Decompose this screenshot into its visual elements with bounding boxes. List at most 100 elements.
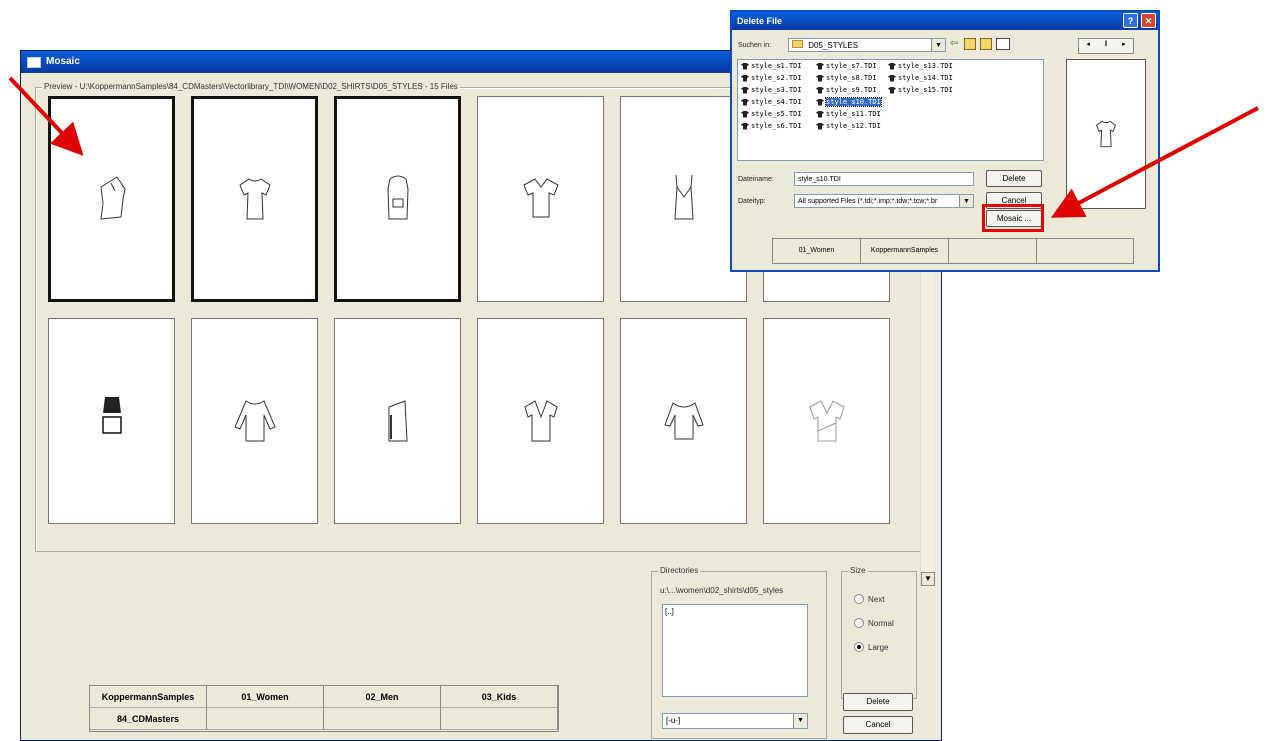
size-option-normal[interactable]: Normal <box>854 618 894 628</box>
hooded-vest-icon <box>386 175 409 220</box>
prev-icon[interactable]: ◂ <box>1086 39 1090 53</box>
file-item[interactable]: style_s9.TDI <box>816 86 877 94</box>
size-option-next[interactable]: Next <box>854 594 884 604</box>
thumbnail-style-s7[interactable] <box>48 318 175 524</box>
file-icon <box>816 98 824 106</box>
size-option-label: Large <box>868 642 889 652</box>
library-tabs: KoppermannSamples 01_Women 02_Men 03_Kid… <box>89 685 559 732</box>
thumbnail-style-s12[interactable] <box>763 318 890 524</box>
file-item[interactable]: style_s15.TDI <box>888 86 953 94</box>
dialog-tab-koppermannsamples[interactable]: KoppermannSamples <box>861 239 949 263</box>
thumbnail-style-s8[interactable] <box>191 318 318 524</box>
size-group: Size Next Normal Large <box>841 566 917 699</box>
dialog-tabs: 01_Women KoppermannSamples <box>772 238 1134 264</box>
file-item[interactable]: style_s8.TDI <box>816 74 877 82</box>
filetype-value: All supported Files (*.tdi;*.imp;*.tdw;*… <box>798 198 938 205</box>
file-item[interactable]: style_s6.TDI <box>741 122 802 130</box>
directory-path: u:\...\women\d02_shirts\d05_styles <box>660 586 784 595</box>
directories-group: Directories u:\...\women\d02_shirts\d05_… <box>651 566 827 739</box>
dropdown-arrow-icon: ▼ <box>959 195 973 207</box>
look-in-value: D05_STYLES <box>808 41 859 50</box>
tab-empty[interactable] <box>207 708 324 730</box>
file-item[interactable]: style_s7.TDI <box>816 62 877 70</box>
new-folder-icon[interactable] <box>980 38 992 50</box>
dialog-tab-empty[interactable] <box>1037 239 1133 263</box>
file-icon <box>741 98 749 106</box>
thumbnail-style-s3[interactable] <box>334 96 461 302</box>
boatneck-top-icon <box>663 402 704 440</box>
thumbnail-style-s9[interactable] <box>334 318 461 524</box>
radio-icon <box>854 618 864 628</box>
back-icon[interactable]: ⇦ <box>950 38 958 49</box>
drive-value: [-u-] <box>666 716 681 725</box>
drive-select[interactable]: [-u-] ▼ <box>662 713 808 729</box>
size-label: Size <box>848 566 868 575</box>
file-item[interactable]: style_s1.TDI <box>741 62 802 70</box>
directories-label: Directories <box>658 566 701 575</box>
directory-list[interactable]: [..] <box>662 604 808 697</box>
close-icon[interactable]: ✕ <box>1141 13 1156 28</box>
polo-shirt-icon <box>522 178 559 218</box>
next-icon[interactable]: ▸ <box>1122 39 1126 53</box>
filename-input[interactable]: style_s10.TDI <box>794 172 974 186</box>
file-icon <box>816 86 824 94</box>
file-item[interactable]: style_s2.TDI <box>741 74 802 82</box>
tab-03-kids[interactable]: 03_Kids <box>441 686 558 708</box>
sweatshirt-icon <box>233 400 276 442</box>
file-icon <box>741 74 749 82</box>
file-item[interactable]: style_s5.TDI <box>741 110 802 118</box>
tab-01-women[interactable]: 01_Women <box>207 686 324 708</box>
file-item-selected[interactable]: style_s10.TDI <box>816 97 882 107</box>
file-item[interactable]: style_s4.TDI <box>741 98 802 106</box>
file-preview-box <box>1066 59 1146 209</box>
cancel-button[interactable]: Cancel <box>843 716 913 734</box>
mosaic-title: Mosaic <box>46 56 80 67</box>
file-icon <box>816 74 824 82</box>
tab-02-men[interactable]: 02_Men <box>324 686 441 708</box>
tab-84-cdmasters[interactable]: 84_CDMasters <box>90 708 207 730</box>
file-icon <box>741 110 749 118</box>
filetype-select[interactable]: All supported Files (*.tdi;*.imp;*.tdw;*… <box>794 194 974 208</box>
size-option-large[interactable]: Large <box>854 642 888 652</box>
file-item[interactable]: style_s12.TDI <box>816 122 881 130</box>
file-icon <box>741 62 749 70</box>
thumbnail-style-s2[interactable] <box>191 96 318 302</box>
dialog-title-bar[interactable]: Delete File ? ✕ <box>732 12 1158 30</box>
file-icon <box>888 74 896 82</box>
pause-icon[interactable]: ‖ <box>1105 39 1108 53</box>
one-shoulder-top-icon <box>99 176 126 220</box>
file-icon <box>888 62 896 70</box>
help-icon[interactable]: ? <box>1123 13 1138 28</box>
look-in-label: Suchen in: <box>738 42 772 49</box>
directory-item[interactable]: [..] <box>665 607 805 616</box>
filename-label: Dateiname: <box>738 176 774 183</box>
file-icon <box>741 86 749 94</box>
file-item[interactable]: style_s13.TDI <box>888 62 953 70</box>
dialog-tab-01-women[interactable]: 01_Women <box>773 239 861 263</box>
up-folder-icon[interactable] <box>964 38 976 50</box>
tab-empty[interactable] <box>441 708 558 730</box>
look-in-select[interactable]: D05_STYLES ▼ <box>788 38 946 52</box>
thumbnail-style-s11[interactable] <box>620 318 747 524</box>
delete-file-dialog: Delete File ? ✕ Suchen in: D05_STYLES ▼ … <box>730 10 1160 272</box>
thumbnail-style-s5[interactable] <box>620 96 747 302</box>
file-item[interactable]: style_s3.TDI <box>741 86 802 94</box>
file-item[interactable]: style_s11.TDI <box>816 110 881 118</box>
tshirt-icon <box>238 178 271 220</box>
tab-empty[interactable] <box>324 708 441 730</box>
file-icon <box>816 110 824 118</box>
mosaic-button-highlight <box>982 204 1044 232</box>
tab-koppermannsamples[interactable]: KoppermannSamples <box>90 686 207 708</box>
dialog-tab-empty[interactable] <box>949 239 1037 263</box>
thumbnail-style-s4[interactable] <box>477 96 604 302</box>
size-option-label: Normal <box>868 618 894 628</box>
thumbnail-style-s1[interactable] <box>48 96 175 302</box>
dialog-delete-button[interactable]: Delete <box>986 170 1042 187</box>
scroll-down-button[interactable]: ▼ <box>921 572 935 586</box>
thumbnail-style-s10[interactable] <box>477 318 604 524</box>
delete-button[interactable]: Delete <box>843 693 913 711</box>
camisole-icon <box>673 174 694 220</box>
view-menu-icon[interactable] <box>996 38 1010 50</box>
file-list[interactable]: style_s1.TDI style_s2.TDI style_s3.TDI s… <box>737 59 1044 161</box>
file-item[interactable]: style_s14.TDI <box>888 74 953 82</box>
